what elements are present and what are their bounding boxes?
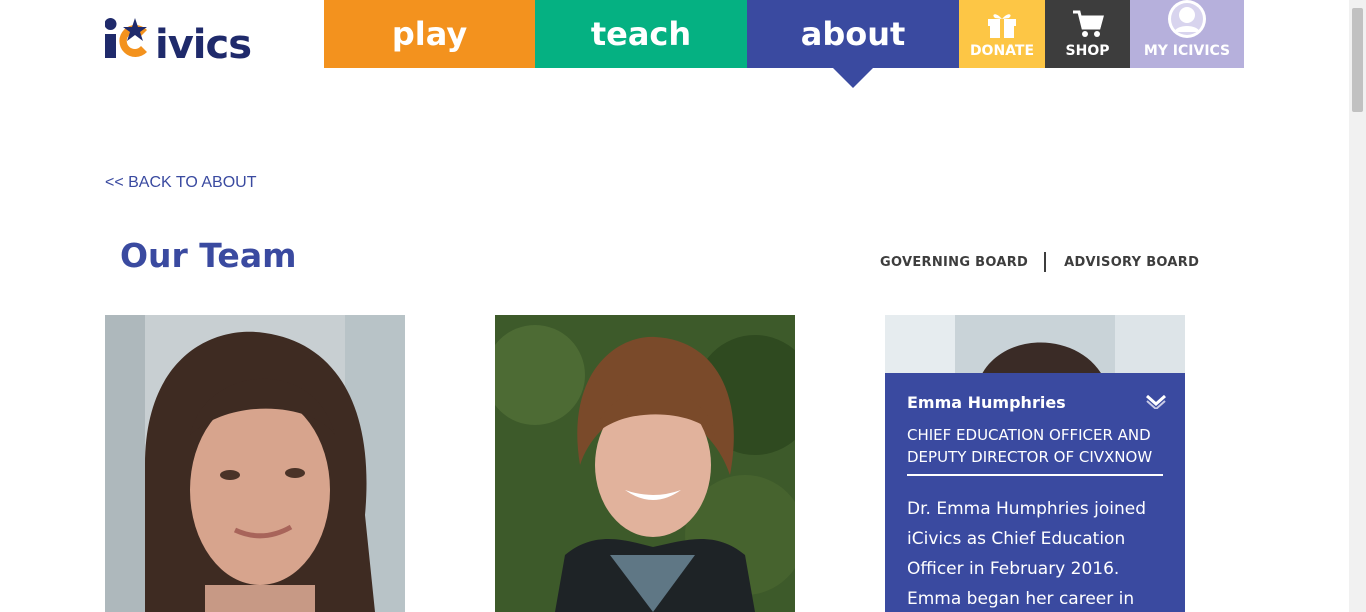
icivics-logo[interactable]: ivics (105, 14, 295, 60)
team-member-card[interactable]: Emma Humphries CHIEF EDUCATION OFFICER A… (885, 315, 1185, 612)
governing-board-link[interactable]: GOVERNING BOARD (880, 255, 1028, 270)
page-title: Our Team (120, 236, 297, 275)
gift-icon (985, 9, 1019, 39)
nav-donate[interactable]: DONATE (959, 0, 1045, 68)
main-nav: play teach about DONATE SHOP MY ICIVICS (324, 0, 1244, 88)
nav-my-icivics-label: MY ICIVICS (1143, 43, 1231, 59)
nav-play[interactable]: play (324, 0, 535, 68)
board-links: GOVERNING BOARD ADVISORY BOARD (880, 252, 1199, 272)
nav-teach[interactable]: teach (535, 0, 747, 68)
logo-mark: ivics (105, 18, 252, 60)
bio-panel: Emma Humphries CHIEF EDUCATION OFFICER A… (885, 373, 1185, 612)
team-member-bio: Dr. Emma Humphries joined iCivics as Chi… (907, 499, 1146, 609)
advisory-board-link[interactable]: ADVISORY BOARD (1064, 255, 1199, 270)
team-member-photo (495, 315, 795, 612)
nav-my-icivics[interactable]: MY ICIVICS (1130, 0, 1244, 68)
nav-shop-label: SHOP (1065, 43, 1110, 59)
nav-about[interactable]: about (747, 0, 959, 88)
nav-teach-label: teach (590, 15, 692, 53)
team-member-card[interactable] (105, 315, 405, 612)
avatar-icon (1165, 0, 1209, 39)
page-scrollbar[interactable] (1349, 0, 1366, 612)
divider (1044, 252, 1047, 272)
site-header: ivics play teach about DONATE SHOP MY IC… (0, 0, 1349, 90)
team-member-photo (105, 315, 405, 612)
chevron-down-icon[interactable] (1145, 393, 1167, 411)
nav-shop[interactable]: SHOP (1045, 0, 1130, 68)
team-member-name: Emma Humphries (907, 393, 1066, 412)
team-member-card[interactable] (495, 315, 795, 612)
svg-text:ivics: ivics (155, 22, 251, 60)
scrollbar-thumb[interactable] (1352, 8, 1363, 112)
nav-about-label: about (800, 15, 906, 53)
back-to-about-link[interactable]: << BACK TO ABOUT (105, 174, 256, 192)
nav-play-label: play (391, 15, 468, 53)
cart-icon (1071, 9, 1105, 39)
nav-donate-label: DONATE (969, 43, 1035, 59)
team-member-role: CHIEF EDUCATION OFFICER AND DEPUTY DIREC… (907, 424, 1163, 476)
